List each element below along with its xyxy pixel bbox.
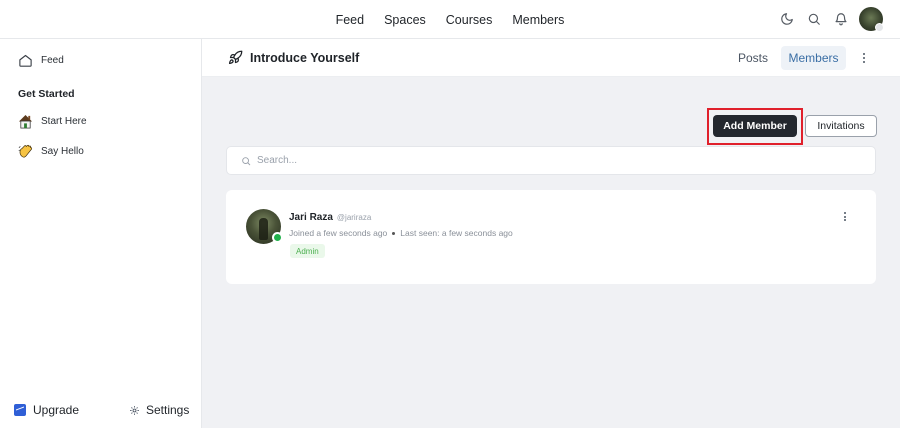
settings-label: Settings [146, 403, 190, 417]
house-emoji-icon [18, 114, 33, 129]
top-nav-courses[interactable]: Courses [446, 13, 493, 27]
sidebar-item-label: Start Here [41, 116, 87, 127]
space-title: Introduce Yourself [228, 50, 359, 65]
search-icon [242, 156, 251, 165]
member-last-seen: Last seen: a few seconds ago [400, 228, 513, 238]
sidebar-section-heading: Get Started [18, 88, 75, 100]
rocket-icon [228, 50, 243, 65]
top-nav-members[interactable]: Members [512, 13, 564, 27]
member-meta: Joined a few seconds ago Last seen: a fe… [289, 228, 513, 238]
upgrade-icon [14, 404, 26, 416]
online-status-indicator [272, 232, 283, 243]
upgrade-label: Upgrade [33, 403, 80, 417]
member-name[interactable]: Jari Raza [289, 212, 333, 223]
search-input[interactable] [257, 155, 857, 166]
space-header: Introduce Yourself Posts Members [202, 39, 900, 77]
user-avatar[interactable] [859, 7, 884, 32]
sidebar-item-say-hello[interactable]: Say Hello [18, 144, 84, 159]
bell-icon[interactable] [832, 11, 849, 28]
tab-members[interactable]: Members [781, 46, 846, 70]
member-card: Jari Raza @jariraza Joined a few seconds… [226, 190, 876, 284]
sidebar-item-label: Say Hello [41, 146, 84, 157]
invitations-button[interactable]: Invitations [805, 115, 877, 137]
gear-icon [130, 405, 139, 415]
top-bar: Feed Spaces Courses Members [0, 0, 900, 39]
upgrade-button[interactable]: Upgrade [14, 403, 79, 417]
role-badge: Admin [290, 244, 325, 258]
top-nav: Feed Spaces Courses Members [0, 0, 900, 39]
top-icons [778, 7, 884, 32]
settings-button[interactable]: Settings [129, 403, 189, 417]
member-handle: @jariraza [336, 213, 372, 222]
top-nav-feed[interactable]: Feed [336, 13, 365, 27]
sidebar-item-start-here[interactable]: Start Here [18, 114, 87, 129]
top-nav-spaces[interactable]: Spaces [384, 13, 426, 27]
members-content: Add Member Invitations Jari Raza @jarira… [202, 77, 900, 428]
home-icon [19, 54, 32, 67]
add-member-button[interactable]: Add Member [713, 115, 797, 137]
member-name-row: Jari Raza @jariraza [289, 212, 371, 223]
space-title-text: Introduce Yourself [250, 50, 360, 65]
tab-posts[interactable]: Posts [738, 51, 768, 65]
member-search [226, 146, 876, 175]
member-options-icon[interactable] [842, 212, 848, 224]
separator-dot [392, 231, 396, 235]
more-options-icon[interactable] [860, 50, 868, 66]
sidebar-footer: Upgrade Settings [0, 392, 202, 428]
search-icon[interactable] [805, 11, 822, 28]
moon-icon[interactable] [778, 11, 795, 28]
sidebar-item-label: Feed [41, 55, 64, 66]
waving-hand-emoji-icon [18, 144, 33, 158]
sidebar-item-feed[interactable]: Feed [18, 53, 64, 68]
sidebar: Feed Get Started Start Here Say Hello Up… [0, 39, 202, 428]
member-joined: Joined a few seconds ago [289, 228, 388, 238]
